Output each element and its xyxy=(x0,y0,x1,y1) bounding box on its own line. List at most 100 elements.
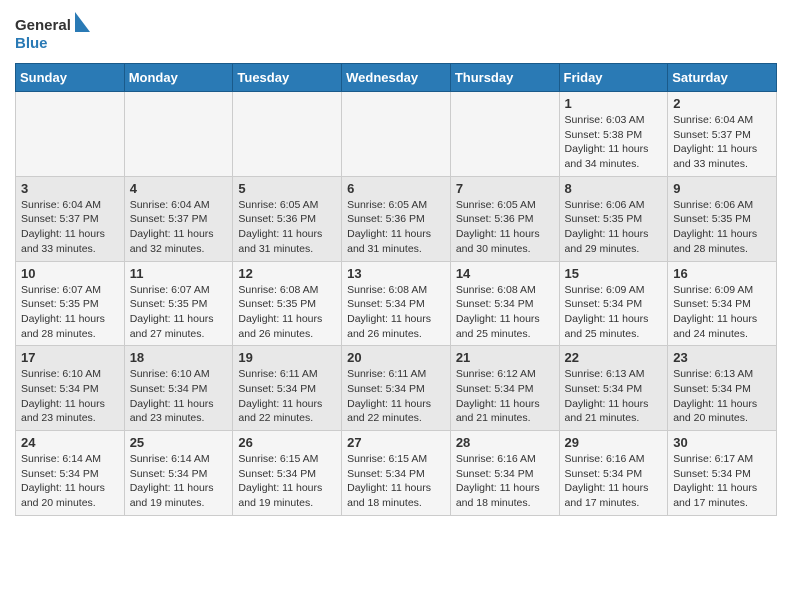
day-info: Sunrise: 6:09 AM Sunset: 5:34 PM Dayligh… xyxy=(565,283,663,342)
day-number: 24 xyxy=(21,435,119,450)
calendar-cell: 28 Sunrise: 6:16 AM Sunset: 5:34 PM Dayli… xyxy=(450,431,559,516)
day-header-thursday: Thursday xyxy=(450,64,559,92)
day-number: 17 xyxy=(21,350,119,365)
day-info: Sunrise: 6:04 AM Sunset: 5:37 PM Dayligh… xyxy=(673,113,771,172)
day-number: 22 xyxy=(565,350,663,365)
day-info: Sunrise: 6:08 AM Sunset: 5:34 PM Dayligh… xyxy=(347,283,445,342)
day-number: 5 xyxy=(238,181,336,196)
calendar-cell xyxy=(233,92,342,177)
day-number: 6 xyxy=(347,181,445,196)
day-number: 20 xyxy=(347,350,445,365)
week-row-5: 24 Sunrise: 6:14 AM Sunset: 5:34 PM Dayli… xyxy=(16,431,777,516)
calendar-cell: 2 Sunrise: 6:04 AM Sunset: 5:37 PM Daylig… xyxy=(668,92,777,177)
week-row-3: 10 Sunrise: 6:07 AM Sunset: 5:35 PM Dayli… xyxy=(16,261,777,346)
day-header-saturday: Saturday xyxy=(668,64,777,92)
calendar-cell: 7 Sunrise: 6:05 AM Sunset: 5:36 PM Daylig… xyxy=(450,176,559,261)
calendar-cell: 13Sunrise: 6:08 AM Sunset: 5:34 PM Dayli… xyxy=(342,261,451,346)
day-number: 25 xyxy=(130,435,228,450)
calendar-cell: 4Sunrise: 6:04 AM Sunset: 5:37 PM Daylig… xyxy=(124,176,233,261)
calendar-cell: 10 Sunrise: 6:07 AM Sunset: 5:35 PM Dayli… xyxy=(16,261,125,346)
day-number: 29 xyxy=(565,435,663,450)
calendar-cell: 29 Sunrise: 6:16 AM Sunset: 5:34 PM Dayli… xyxy=(559,431,668,516)
header: GeneralBlue xyxy=(15,10,777,55)
day-info: Sunrise: 6:03 AM Sunset: 5:38 PM Dayligh… xyxy=(565,113,663,172)
calendar-table: SundayMondayTuesdayWednesdayThursdayFrid… xyxy=(15,63,777,516)
day-info: Sunrise: 6:16 AM Sunset: 5:34 PM Dayligh… xyxy=(565,452,663,511)
calendar-cell: 25 Sunrise: 6:14 AM Sunset: 5:34 PM Dayli… xyxy=(124,431,233,516)
calendar-cell: 21 Sunrise: 6:12 AM Sunset: 5:34 PM Dayli… xyxy=(450,346,559,431)
day-number: 18 xyxy=(130,350,228,365)
day-info: Sunrise: 6:08 AM Sunset: 5:35 PM Dayligh… xyxy=(238,283,336,342)
calendar-cell: 23 Sunrise: 6:13 AM Sunset: 5:34 PM Dayli… xyxy=(668,346,777,431)
day-info: Sunrise: 6:13 AM Sunset: 5:34 PM Dayligh… xyxy=(673,367,771,426)
day-number: 1 xyxy=(565,96,663,111)
calendar-cell: 14 Sunrise: 6:08 AM Sunset: 5:34 PM Dayli… xyxy=(450,261,559,346)
calendar-cell: 26 Sunrise: 6:15 AM Sunset: 5:34 PM Dayli… xyxy=(233,431,342,516)
week-row-1: 1 Sunrise: 6:03 AM Sunset: 5:38 PM Daylig… xyxy=(16,92,777,177)
day-header-tuesday: Tuesday xyxy=(233,64,342,92)
day-number: 27 xyxy=(347,435,445,450)
week-row-4: 17 Sunrise: 6:10 AM Sunset: 5:34 PM Dayli… xyxy=(16,346,777,431)
day-info: Sunrise: 6:07 AM Sunset: 5:35 PM Dayligh… xyxy=(21,283,119,342)
calendar-cell: 15 Sunrise: 6:09 AM Sunset: 5:34 PM Dayli… xyxy=(559,261,668,346)
day-info: Sunrise: 6:14 AM Sunset: 5:34 PM Dayligh… xyxy=(130,452,228,511)
calendar-cell: 6 Sunrise: 6:05 AM Sunset: 5:36 PM Daylig… xyxy=(342,176,451,261)
day-number: 21 xyxy=(456,350,554,365)
day-info: Sunrise: 6:08 AM Sunset: 5:34 PM Dayligh… xyxy=(456,283,554,342)
calendar-cell: 16 Sunrise: 6:09 AM Sunset: 5:34 PM Dayli… xyxy=(668,261,777,346)
day-header-monday: Monday xyxy=(124,64,233,92)
day-number: 26 xyxy=(238,435,336,450)
calendar-cell: 1 Sunrise: 6:03 AM Sunset: 5:38 PM Daylig… xyxy=(559,92,668,177)
day-info: Sunrise: 6:06 AM Sunset: 5:35 PM Dayligh… xyxy=(673,198,771,257)
day-number: 2 xyxy=(673,96,771,111)
calendar-cell: 22Sunrise: 6:13 AM Sunset: 5:34 PM Dayli… xyxy=(559,346,668,431)
day-info: Sunrise: 6:16 AM Sunset: 5:34 PM Dayligh… xyxy=(456,452,554,511)
day-info: Sunrise: 6:06 AM Sunset: 5:35 PM Dayligh… xyxy=(565,198,663,257)
days-header-row: SundayMondayTuesdayWednesdayThursdayFrid… xyxy=(16,64,777,92)
day-info: Sunrise: 6:11 AM Sunset: 5:34 PM Dayligh… xyxy=(238,367,336,426)
logo: GeneralBlue xyxy=(15,10,95,55)
calendar-cell: 5 Sunrise: 6:05 AM Sunset: 5:36 PM Daylig… xyxy=(233,176,342,261)
day-info: Sunrise: 6:15 AM Sunset: 5:34 PM Dayligh… xyxy=(238,452,336,511)
day-number: 14 xyxy=(456,266,554,281)
calendar-cell: 9 Sunrise: 6:06 AM Sunset: 5:35 PM Daylig… xyxy=(668,176,777,261)
calendar-cell: 19Sunrise: 6:11 AM Sunset: 5:34 PM Dayli… xyxy=(233,346,342,431)
day-info: Sunrise: 6:10 AM Sunset: 5:34 PM Dayligh… xyxy=(130,367,228,426)
day-info: Sunrise: 6:05 AM Sunset: 5:36 PM Dayligh… xyxy=(238,198,336,257)
day-info: Sunrise: 6:11 AM Sunset: 5:34 PM Dayligh… xyxy=(347,367,445,426)
calendar-cell xyxy=(16,92,125,177)
calendar-cell: 17Sunrise: 6:10 AM Sunset: 5:34 PM Dayli… xyxy=(16,346,125,431)
svg-text:Blue: Blue xyxy=(15,35,48,52)
day-info: Sunrise: 6:12 AM Sunset: 5:34 PM Dayligh… xyxy=(456,367,554,426)
day-number: 11 xyxy=(130,266,228,281)
day-number: 7 xyxy=(456,181,554,196)
day-number: 16 xyxy=(673,266,771,281)
day-header-sunday: Sunday xyxy=(16,64,125,92)
day-info: Sunrise: 6:07 AM Sunset: 5:35 PM Dayligh… xyxy=(130,283,228,342)
day-number: 30 xyxy=(673,435,771,450)
calendar-cell: 24 Sunrise: 6:14 AM Sunset: 5:34 PM Dayli… xyxy=(16,431,125,516)
day-info: Sunrise: 6:05 AM Sunset: 5:36 PM Dayligh… xyxy=(456,198,554,257)
day-number: 23 xyxy=(673,350,771,365)
day-number: 28 xyxy=(456,435,554,450)
week-row-2: 3Sunrise: 6:04 AM Sunset: 5:37 PM Daylig… xyxy=(16,176,777,261)
day-header-friday: Friday xyxy=(559,64,668,92)
calendar-cell: 11 Sunrise: 6:07 AM Sunset: 5:35 PM Dayli… xyxy=(124,261,233,346)
calendar-cell: 18 Sunrise: 6:10 AM Sunset: 5:34 PM Dayli… xyxy=(124,346,233,431)
day-info: Sunrise: 6:14 AM Sunset: 5:34 PM Dayligh… xyxy=(21,452,119,511)
calendar-cell: 12 Sunrise: 6:08 AM Sunset: 5:35 PM Dayli… xyxy=(233,261,342,346)
day-number: 3 xyxy=(21,181,119,196)
day-number: 12 xyxy=(238,266,336,281)
day-number: 10 xyxy=(21,266,119,281)
svg-text:General: General xyxy=(15,17,71,34)
day-number: 8 xyxy=(565,181,663,196)
calendar-cell xyxy=(342,92,451,177)
day-info: Sunrise: 6:05 AM Sunset: 5:36 PM Dayligh… xyxy=(347,198,445,257)
calendar-cell xyxy=(124,92,233,177)
day-number: 9 xyxy=(673,181,771,196)
day-info: Sunrise: 6:17 AM Sunset: 5:34 PM Dayligh… xyxy=(673,452,771,511)
day-info: Sunrise: 6:15 AM Sunset: 5:34 PM Dayligh… xyxy=(347,452,445,511)
day-number: 15 xyxy=(565,266,663,281)
day-info: Sunrise: 6:09 AM Sunset: 5:34 PM Dayligh… xyxy=(673,283,771,342)
calendar-cell: 8 Sunrise: 6:06 AM Sunset: 5:35 PM Daylig… xyxy=(559,176,668,261)
